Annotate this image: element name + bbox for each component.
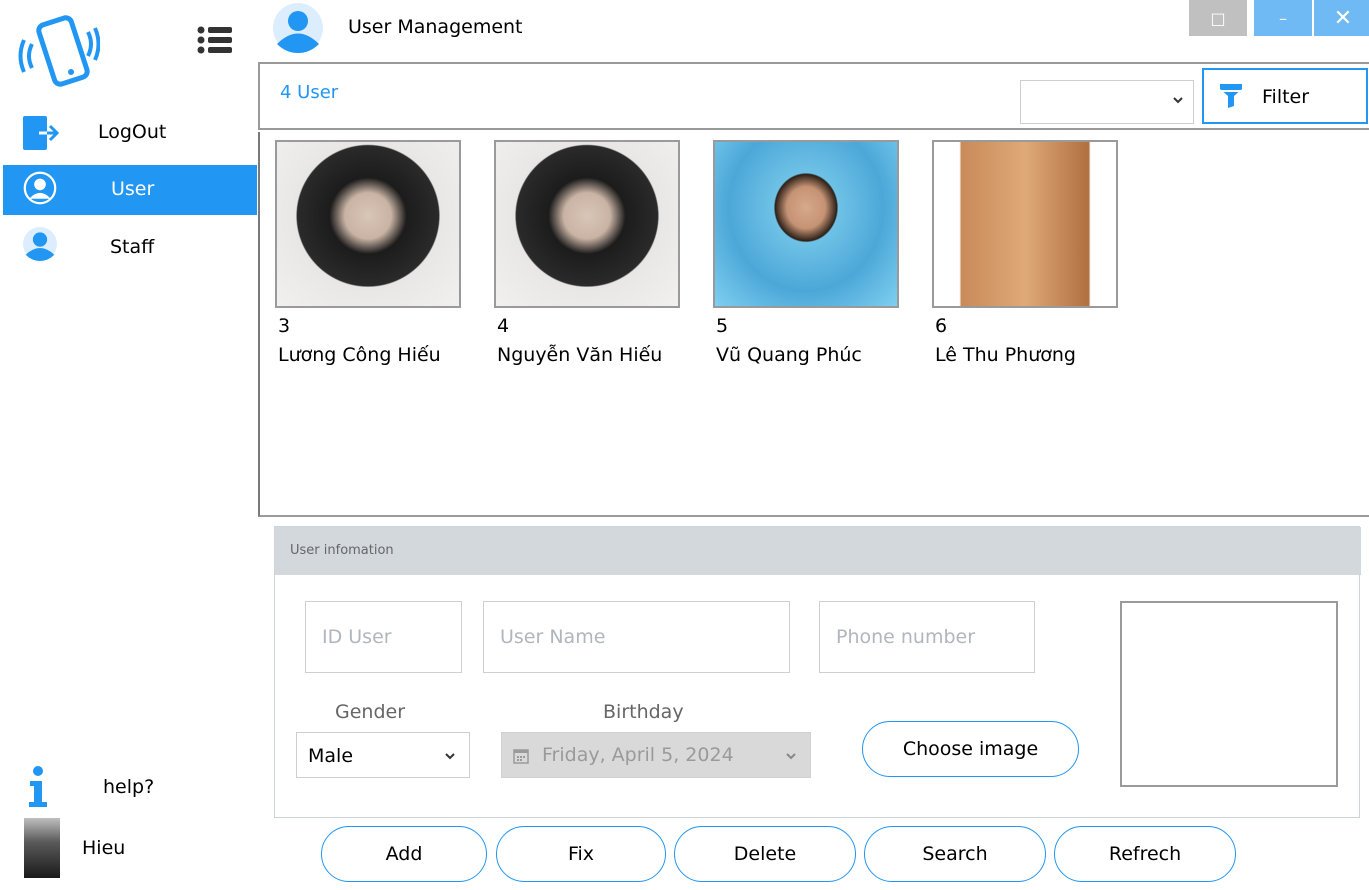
gender-value: Male [308,745,354,767]
user-name: Vũ Quang Phúc [716,344,862,366]
chevron-down-icon [445,753,455,760]
minimize-icon: – [1279,8,1287,28]
sidebar-item-logout[interactable]: LogOut [3,108,257,158]
toolbar: 4 User Filter [258,62,1369,130]
user-name-input[interactable] [483,601,790,673]
menu-list-icon[interactable] [196,24,234,56]
sidebar-item-staff[interactable]: Staff [3,223,257,273]
gender-label: Gender [335,701,406,723]
person-icon [23,227,57,261]
phone-number-input[interactable] [819,601,1035,673]
image-preview [1120,601,1338,787]
sidebar-item-label: User [111,178,155,200]
user-id: 6 [935,315,948,337]
user-card[interactable]: 6 Lê Thu Phương [932,140,1118,380]
user-count-label: 4 User [280,82,339,103]
minimize-button[interactable]: – [1254,0,1312,36]
app-window: LogOut User Staff help? Hieu User Manage… [0,0,1369,890]
user-circle-icon [23,171,57,205]
id-user-input[interactable] [305,601,462,673]
user-photo [275,140,461,308]
sidebar-item-label: LogOut [98,121,167,143]
sidebar-item-user[interactable]: User [3,165,257,215]
filter-button[interactable]: Filter [1202,68,1368,124]
user-id: 5 [716,315,729,337]
birthday-label: Birthday [603,701,684,723]
avatar [24,818,60,878]
fix-button[interactable]: Fix [496,826,666,882]
close-button[interactable]: ✕ [1314,0,1369,36]
sidebar: LogOut User Staff help? Hieu [0,0,258,890]
sidebar-item-label: Staff [110,236,155,258]
panel-header: User infomation [275,527,1361,575]
help-label: help? [103,776,155,798]
user-photo [713,140,899,308]
user-name: Nguyễn Văn Hiếu [497,344,663,366]
user-card[interactable]: 5 Vũ Quang Phúc [713,140,899,380]
panel-header-label: User infomation [290,543,394,558]
vibrating-phone-icon [18,15,100,87]
calendar-icon [513,749,529,764]
search-button[interactable]: Search [864,826,1046,882]
maximize-button[interactable]: □ [1189,0,1247,36]
choose-image-button[interactable]: Choose image [862,721,1079,777]
current-user-profile[interactable]: Hieu [24,818,224,878]
filter-dropdown[interactable] [1020,80,1194,124]
user-photo [494,140,680,308]
user-name: Lê Thu Phương [935,344,1076,366]
gender-dropdown[interactable]: Male [296,732,470,778]
user-info-panel: User infomation Gender Birthday Male [274,526,1361,818]
profile-name: Hieu [82,837,126,859]
title-bar: User Management □ – ✕ [258,0,1369,60]
maximize-icon: □ [1210,8,1226,28]
funnel-icon [1220,84,1242,108]
person-icon [273,3,323,53]
user-gallery: 3 Lương Công Hiếu 4 Nguyễn Văn Hiếu 5 Vũ… [258,132,1369,517]
delete-button[interactable]: Delete [674,826,856,882]
birthday-value: Friday, April 5, 2024 [542,744,734,766]
filter-button-label: Filter [1262,86,1310,108]
help-link[interactable]: help? [18,763,248,809]
user-photo [932,140,1118,308]
user-name: Lương Công Hiếu [278,344,441,366]
add-button[interactable]: Add [321,826,487,882]
user-id: 4 [497,315,510,337]
birthday-date-picker[interactable]: Friday, April 5, 2024 [501,732,811,778]
user-card[interactable]: 3 Lương Công Hiếu [275,140,461,380]
close-icon: ✕ [1333,5,1353,31]
chevron-down-icon [1173,97,1183,104]
refresh-button[interactable]: Refrech [1054,826,1236,882]
chevron-down-icon [786,753,796,760]
page-title: User Management [348,16,523,38]
user-id: 3 [278,315,291,337]
user-card[interactable]: 4 Nguyễn Văn Hiếu [494,140,680,380]
logout-icon [23,116,59,150]
info-icon [29,766,47,807]
